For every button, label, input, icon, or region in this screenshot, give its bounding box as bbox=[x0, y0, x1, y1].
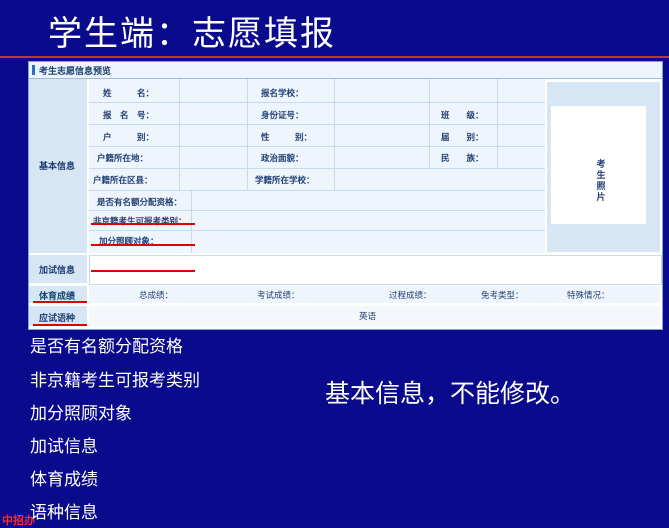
row-divider bbox=[89, 210, 545, 211]
highlight-underline bbox=[91, 270, 195, 272]
corner-logo-text: 中招办 bbox=[2, 514, 35, 527]
col-divider bbox=[497, 79, 498, 168]
bullet-item: 非京籍考生可报考类别 bbox=[30, 371, 200, 391]
note-text: 基本信息，不能修改。 bbox=[325, 379, 576, 408]
hukou-loc-label: 户籍所在地： bbox=[97, 154, 149, 164]
photo-cell: 考生照片 bbox=[547, 82, 660, 252]
form-preview-panel: 考生志愿信息预览 基本信息 姓 名： 报 名 号： 户 别： 户籍所在地： 户籍… bbox=[28, 61, 663, 330]
id-no-label: 身份证号： bbox=[261, 111, 304, 121]
pe-process-label: 过程成绩： bbox=[389, 291, 432, 301]
section-extra-label-cell: 加试信息 bbox=[29, 255, 87, 283]
hukou-label: 户 别： bbox=[103, 133, 155, 143]
col-divider bbox=[429, 79, 430, 168]
name-label: 姓 名： bbox=[103, 89, 155, 99]
highlight-underline bbox=[91, 223, 195, 225]
hukou-district-label: 户籍所在区县： bbox=[93, 176, 153, 186]
school-label: 报名学校： bbox=[261, 89, 304, 99]
title-divider bbox=[0, 56, 669, 58]
highlight-underline bbox=[91, 244, 195, 246]
row-divider bbox=[89, 146, 545, 147]
row-divider bbox=[89, 168, 545, 169]
bullet-item: 是否有名额分配资格 bbox=[30, 337, 183, 357]
bullet-item: 语种信息 bbox=[30, 503, 98, 523]
row-divider bbox=[89, 190, 545, 191]
bullet-item: 体育成绩 bbox=[30, 470, 98, 490]
gender-label: 性 别： bbox=[261, 133, 313, 143]
section-extra-label: 加试信息 bbox=[39, 266, 76, 276]
col-divider bbox=[179, 79, 180, 190]
col-divider bbox=[247, 79, 248, 190]
pe-exam-label: 考试成绩： bbox=[257, 291, 300, 301]
section-basic-label: 基本信息 bbox=[39, 162, 76, 172]
header-accent bbox=[32, 65, 35, 75]
bullet-item: 加试信息 bbox=[30, 437, 98, 457]
slide-title: 学生端：志愿填报 bbox=[48, 14, 336, 54]
school-district-label: 学籍所在学校： bbox=[255, 176, 315, 186]
panel-header-title: 考生志愿信息预览 bbox=[39, 67, 112, 77]
ethnicity-label: 民 族： bbox=[441, 154, 484, 164]
row-divider bbox=[89, 230, 545, 231]
nonlocal-label: 非京籍考生可报考类别： bbox=[93, 217, 187, 227]
pe-exempt-label: 免考类型： bbox=[481, 291, 524, 301]
photo-placeholder: 考生照片 bbox=[551, 106, 646, 224]
bullet-item: 加分照顾对象 bbox=[30, 404, 132, 424]
quota-label: 是否有名额分配资格： bbox=[97, 198, 183, 208]
reg-no-label: 报 名 号： bbox=[103, 111, 155, 121]
highlight-underline bbox=[33, 301, 87, 303]
row-divider bbox=[89, 124, 545, 125]
photo-label: 考生照片 bbox=[596, 160, 606, 203]
pe-special-label: 特殊情况： bbox=[567, 291, 610, 301]
grade-label: 届 别： bbox=[441, 133, 484, 143]
section-basic-label-cell: 基本信息 bbox=[29, 79, 87, 253]
col-divider bbox=[334, 79, 335, 190]
section-lang-label-cell: 应试语种 bbox=[29, 306, 87, 326]
row-divider bbox=[89, 102, 545, 103]
panel-header: 考生志愿信息预览 bbox=[29, 62, 662, 79]
politics-label: 政治面貌： bbox=[261, 154, 304, 164]
section-lang-label: 应试语种 bbox=[39, 314, 76, 324]
lang-value: 英语 bbox=[359, 312, 377, 322]
highlight-underline bbox=[33, 324, 87, 326]
pe-total-label: 总成绩： bbox=[139, 291, 174, 301]
class-label: 班 级： bbox=[441, 111, 484, 121]
